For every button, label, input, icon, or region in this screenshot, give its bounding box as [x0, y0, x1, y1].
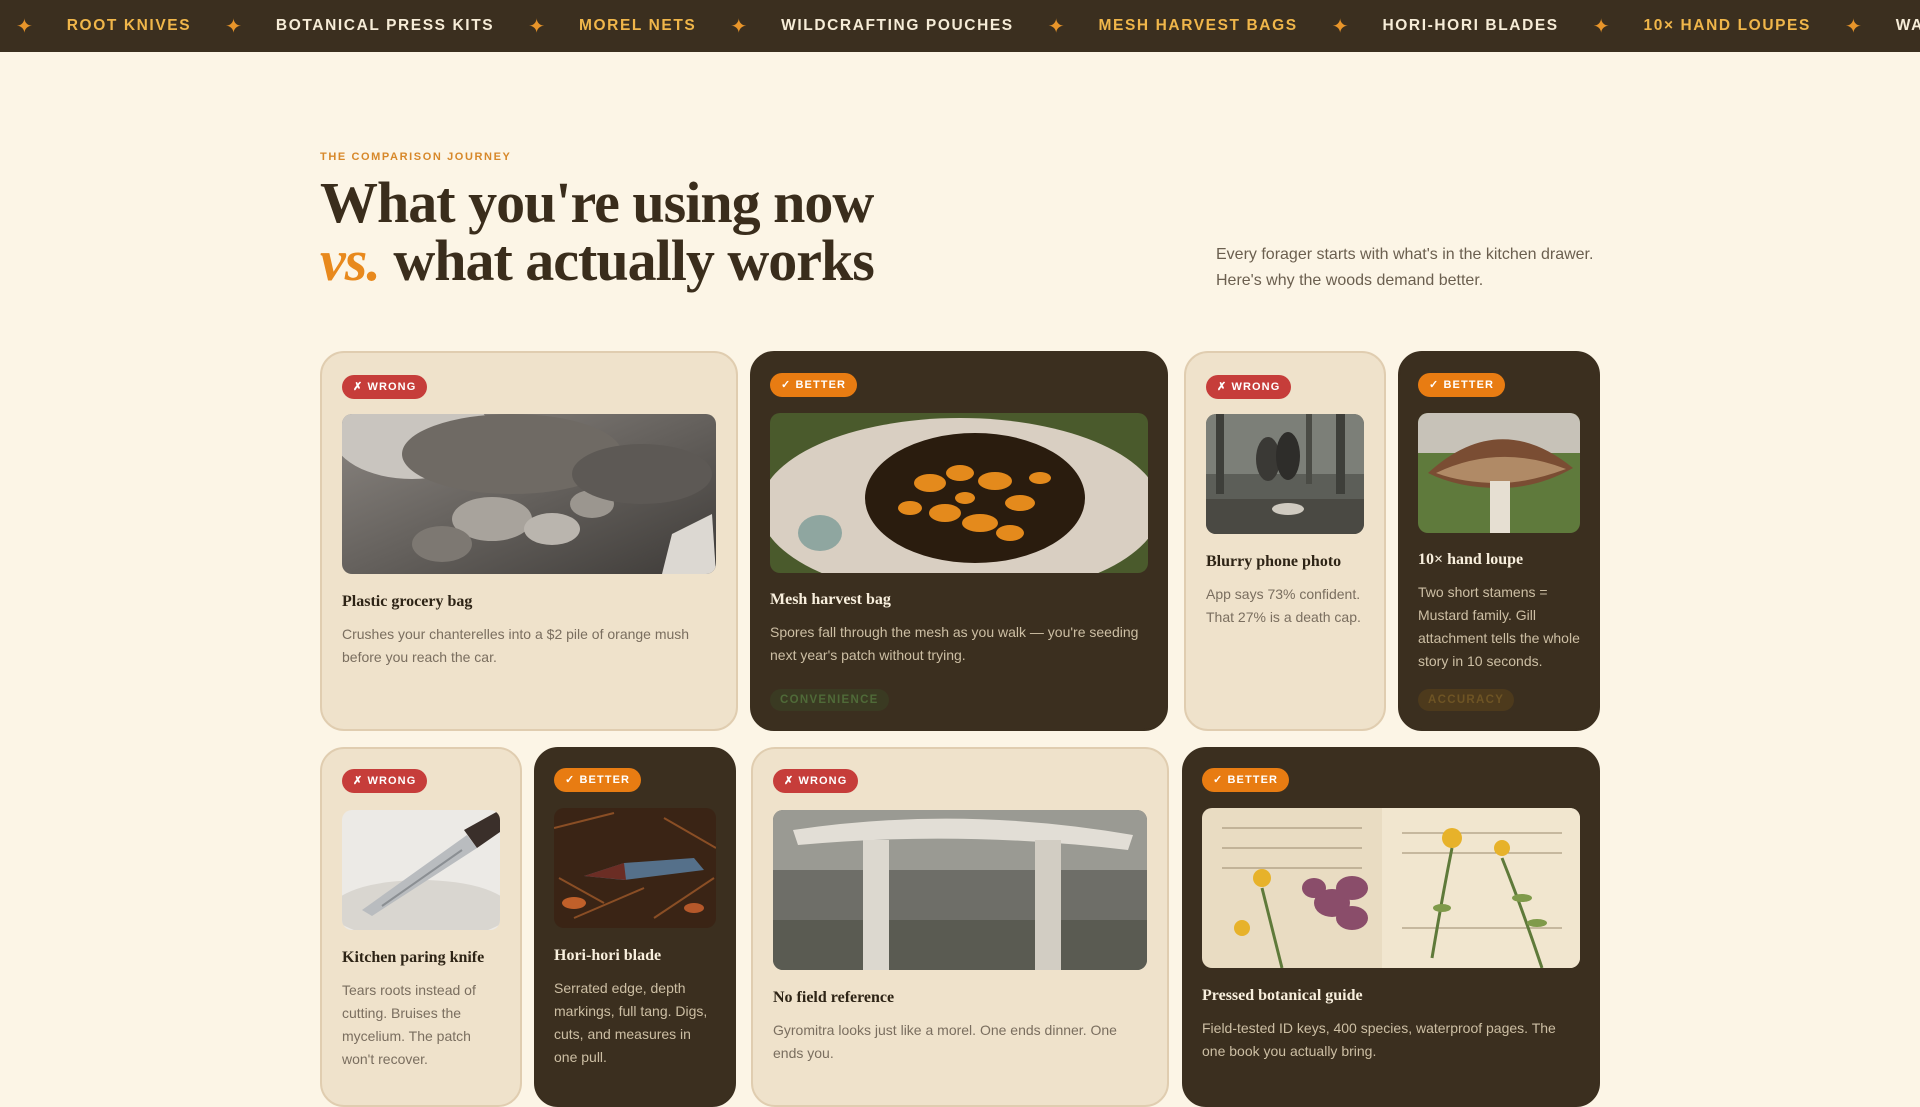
marquee-item[interactable]: WILDCRAFTING POUCHES	[781, 17, 1014, 35]
desc-line: Crushes your chanterelles into a $2 pile…	[342, 626, 690, 642]
better-badge: ✓ BETTER	[1418, 373, 1506, 397]
wrong-badge: ✗ WRONG	[773, 769, 859, 793]
desc-line: Field-tested ID keys, 400 species, water…	[1202, 1020, 1556, 1036]
card-description: Serrated edge, depth markings, full tang…	[554, 977, 729, 1069]
card-title: Kitchen paring knife	[342, 949, 485, 966]
card-blurry-phone-photo[interactable]: ✗ WRONG Blurry phone photo App says 73% …	[1184, 351, 1386, 731]
marquee-track: ✦ ROOT KNIVES ✦ BOTANICAL PRESS KITS ✦ M…	[0, 0, 1920, 52]
star-icon: ✦	[1047, 15, 1065, 38]
pressed-flowers-photo-icon	[1202, 808, 1580, 968]
card-no-field-reference[interactable]: ✗ WRONG No field reference Gyromitra loo…	[751, 747, 1169, 1107]
mushroom-gills-photo-icon	[1418, 413, 1580, 533]
card-hori-hori-blade[interactable]: ✓ BETTER Hori-hori blade Serrated edge, …	[534, 747, 736, 1107]
desc-line: before you reach the car.	[342, 649, 497, 665]
star-icon: ✦	[16, 15, 33, 38]
desc-line: one pull.	[554, 1049, 607, 1065]
card-description: Crushes your chanterelles into a $2 pile…	[342, 623, 722, 669]
card-title: Pressed botanical guide	[1202, 987, 1363, 1004]
card-description: Tears roots instead of cutting. Bruises …	[342, 979, 512, 1071]
star-icon: ✦	[1331, 15, 1349, 38]
desc-line: attachment tells the whole	[1418, 630, 1580, 646]
desc-line: Gyromitra looks just like a morel. One e…	[773, 1022, 1117, 1038]
star-icon: ✦	[528, 15, 545, 38]
convenience-tag: CONVENIENCE	[770, 689, 889, 711]
card-kitchen-paring-knife[interactable]: ✗ WRONG Kitchen paring knife Tears roots…	[320, 747, 522, 1107]
headline-line-1: What you're using now	[320, 170, 874, 235]
marquee-item[interactable]: ROOT KNIVES	[67, 17, 191, 35]
mushroom-pile-photo-icon	[342, 414, 716, 574]
headline-line-2-text: what actually works	[379, 228, 874, 293]
star-icon: ✦	[1844, 15, 1862, 38]
desc-line: story in 10 seconds.	[1418, 653, 1543, 669]
card-title: Plastic grocery bag	[342, 593, 473, 610]
mushroom-stems-photo-icon	[773, 810, 1147, 970]
better-badge: ✓ BETTER	[554, 768, 642, 792]
card-title: 10× hand loupe	[1418, 551, 1524, 568]
wrong-badge: ✗ WRONG	[342, 769, 428, 793]
card-hand-loupe[interactable]: ✓ BETTER 10× hand loupe Two short stamen…	[1398, 351, 1600, 731]
marquee-item[interactable]: WAXED CANVAS SA	[1896, 17, 1920, 35]
accuracy-tag: ACCURACY	[1418, 689, 1515, 711]
section-eyebrow: THE COMPARISON JOURNEY	[320, 151, 512, 163]
marquee-item[interactable]: BOTANICAL PRESS KITS	[276, 17, 494, 35]
desc-line: That 27% is a death cap.	[1206, 609, 1361, 625]
chanterelles-in-mesh-photo-icon	[770, 413, 1148, 573]
card-plastic-grocery-bag[interactable]: ✗ WRONG Plastic grocery bag Crushes your…	[320, 351, 738, 731]
paring-knife-photo-icon	[342, 810, 500, 930]
desc-line: won't recover.	[342, 1051, 428, 1067]
intro-line: Every forager starts with what's in the …	[1216, 246, 1594, 263]
wrong-badge: ✗ WRONG	[1206, 375, 1292, 399]
card-mesh-harvest-bag[interactable]: ✓ BETTER Mesh harvest bag Spores fall th…	[750, 351, 1168, 731]
intro-line: Here's why the woods demand better.	[1216, 272, 1484, 289]
card-description: Two short stamens = Mustard family. Gill…	[1418, 581, 1593, 673]
section-intro: Every forager starts with what's in the …	[1216, 242, 1636, 294]
marquee-item[interactable]: HORI-HORI BLADES	[1382, 17, 1558, 35]
headline-line-2: vs. what actually works	[320, 232, 920, 290]
desc-line: Spores fall through the mesh as you walk…	[770, 624, 1139, 640]
desc-line: one book you actually bring.	[1202, 1043, 1377, 1059]
headline-vs: vs.	[320, 228, 381, 293]
card-description: Spores fall through the mesh as you walk…	[770, 621, 1155, 667]
better-badge: ✓ BETTER	[1202, 768, 1290, 792]
desc-line: mycelium. The patch	[342, 1028, 471, 1044]
card-description: Field-tested ID keys, 400 species, water…	[1202, 1017, 1587, 1063]
desc-line: Tears roots instead of	[342, 982, 476, 998]
desc-line: Mustard family. Gill	[1418, 607, 1536, 623]
wrong-badge: ✗ WRONG	[342, 375, 428, 399]
card-title: No field reference	[773, 989, 895, 1006]
category-marquee: ✦ ROOT KNIVES ✦ BOTANICAL PRESS KITS ✦ M…	[0, 0, 1920, 52]
desc-line: App says 73% confident.	[1206, 586, 1361, 602]
desc-line: markings, full tang. Digs,	[554, 1003, 708, 1019]
desc-line: ends you.	[773, 1045, 834, 1061]
marquee-item[interactable]: 10× HAND LOUPES	[1644, 17, 1811, 35]
forest-walkers-photo-icon	[1206, 414, 1364, 534]
star-icon: ✦	[730, 15, 748, 38]
desc-line: cutting. Bruises the	[342, 1005, 462, 1021]
card-description: Gyromitra looks just like a morel. One e…	[773, 1019, 1153, 1065]
hori-hori-photo-icon	[554, 808, 716, 928]
card-pressed-botanical-guide[interactable]: ✓ BETTER Pressed botanical guide Field-t…	[1182, 747, 1600, 1107]
desc-line: cuts, and measures in	[554, 1026, 691, 1042]
desc-line: Two short stamens =	[1418, 584, 1548, 600]
star-icon: ✦	[225, 15, 242, 38]
card-title: Mesh harvest bag	[770, 591, 891, 608]
section-headline: What you're using now vs. what actually …	[320, 174, 920, 290]
star-icon: ✦	[1592, 15, 1610, 38]
card-title: Hori-hori blade	[554, 947, 662, 964]
better-badge: ✓ BETTER	[770, 373, 858, 397]
card-title: Blurry phone photo	[1206, 553, 1342, 570]
marquee-item[interactable]: MESH HARVEST BAGS	[1099, 17, 1298, 35]
marquee-item[interactable]: MOREL NETS	[579, 17, 696, 35]
desc-line: next year's patch without trying.	[770, 647, 966, 663]
desc-line: Serrated edge, depth	[554, 980, 686, 996]
card-description: App says 73% confident. That 27% is a de…	[1206, 583, 1376, 629]
